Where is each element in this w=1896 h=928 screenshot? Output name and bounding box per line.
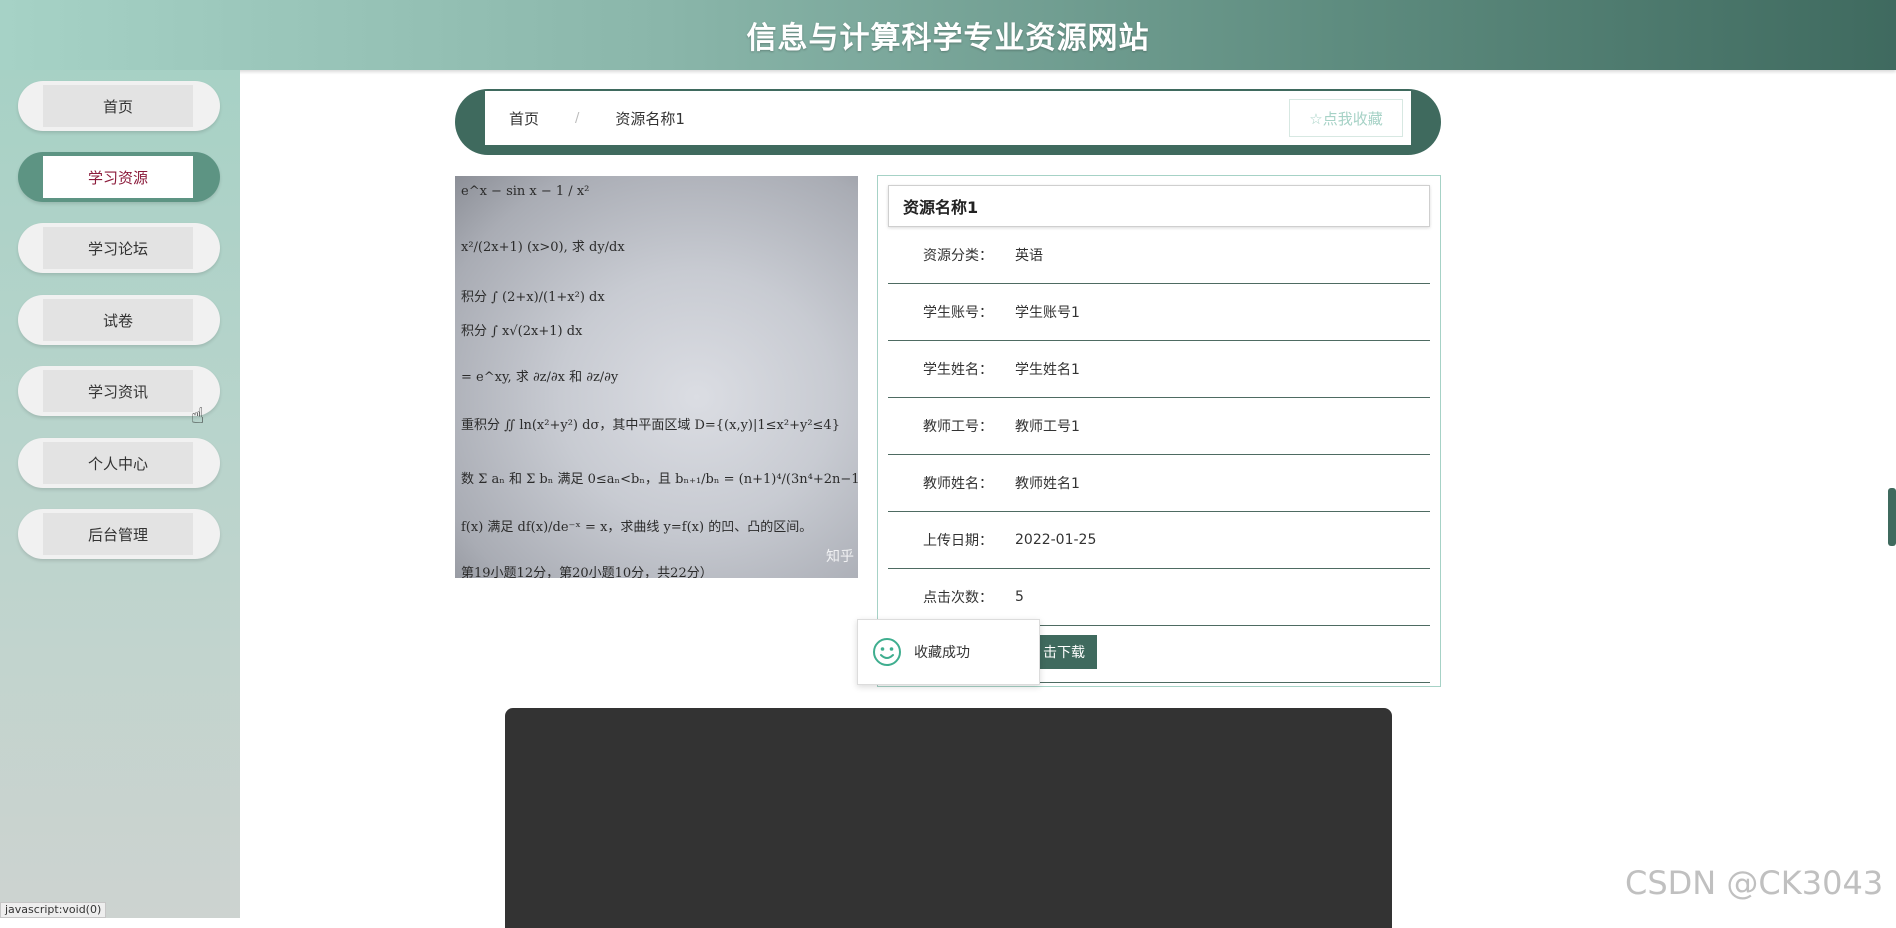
csdn-watermark: CSDN @CK3043 bbox=[1625, 864, 1884, 902]
hand-cursor-icon: ☝ bbox=[191, 404, 205, 429]
sidebar-item-label: 后台管理 bbox=[43, 513, 193, 555]
photo-text-line: = e^xy, 求 ∂z/∂x 和 ∂z/∂y bbox=[461, 370, 619, 385]
sidebar-item-label: 学习资源 bbox=[43, 156, 193, 198]
sidebar-item-news[interactable]: 学习资讯 bbox=[18, 366, 220, 416]
detail-value: 学生账号1 bbox=[1015, 305, 1080, 321]
photo-text-line: 重积分 ∬ ln(x²+y²) dσ，其中平面区域 D={(x,y)|1≤x²+… bbox=[461, 418, 840, 433]
site-title: 信息与计算科学专业资源网站 bbox=[746, 21, 1150, 56]
toast-notification: 收藏成功 bbox=[857, 619, 1040, 685]
sidebar-item-admin[interactable]: 后台管理 bbox=[18, 509, 220, 559]
detail-row-student-name: 学生姓名： 学生姓名1 bbox=[888, 341, 1430, 398]
detail-row-category: 资源分类： 英语 bbox=[888, 227, 1430, 284]
photo-text-line: 第19小题12分，第20小题10分，共22分） bbox=[461, 566, 713, 578]
resource-detail-panel: 资源名称1 资源分类： 英语 学生账号： 学生账号1 学生姓名： 学生姓名1 教… bbox=[877, 175, 1441, 687]
detail-label: 教师姓名： bbox=[923, 476, 993, 492]
breadcrumb-bar: 首页 / 资源名称1 ☆点我收藏 bbox=[455, 89, 1441, 155]
resource-title: 资源名称1 bbox=[888, 185, 1430, 227]
detail-label: 点击次数： bbox=[923, 590, 993, 606]
detail-label: 学生姓名： bbox=[923, 362, 993, 378]
breadcrumb-separator: / bbox=[575, 110, 580, 126]
sidebar-item-label: 学习资讯 bbox=[43, 370, 193, 412]
video-player[interactable] bbox=[505, 708, 1392, 928]
detail-row-teacher-name: 教师姓名： 教师姓名1 bbox=[888, 455, 1430, 512]
detail-value: 英语 bbox=[1015, 248, 1043, 264]
photo-text-line: 数 Σ aₙ 和 Σ bₙ 满足 0≤aₙ<bₙ，且 bₙ₊₁/bₙ = (n+… bbox=[461, 472, 858, 487]
detail-value: 学生姓名1 bbox=[1015, 362, 1080, 378]
detail-value: 教师姓名1 bbox=[1015, 476, 1080, 492]
site-header: 信息与计算科学专业资源网站 bbox=[0, 0, 1896, 70]
detail-label: 教师工号： bbox=[923, 419, 993, 435]
favorite-button[interactable]: ☆点我收藏 bbox=[1289, 99, 1403, 137]
detail-label: 学生账号： bbox=[923, 305, 993, 321]
sidebar-item-label: 学习论坛 bbox=[43, 227, 193, 269]
photo-text-line: x²/(2x+1) (x>0), 求 dy/dx bbox=[461, 240, 625, 255]
toast-message: 收藏成功 bbox=[914, 645, 970, 661]
detail-row-teacher-id: 教师工号： 教师工号1 bbox=[888, 398, 1430, 455]
sidebar-item-personal-center[interactable]: 个人中心 bbox=[18, 438, 220, 488]
photo-text-line: e^x − sin x − 1 / x² bbox=[461, 184, 590, 199]
sidebar-item-home[interactable]: 首页 bbox=[18, 81, 220, 131]
detail-label: 资源分类： bbox=[923, 248, 993, 264]
smile-icon bbox=[873, 638, 901, 666]
detail-label: 上传日期： bbox=[923, 533, 993, 549]
detail-value: 5 bbox=[1015, 589, 1024, 605]
detail-value: 2022-01-25 bbox=[1015, 532, 1097, 548]
sidebar-item-exam-papers[interactable]: 试卷 bbox=[18, 295, 220, 345]
sidebar: 首页 学习资源 学习论坛 试卷 学习资讯 个人中心 后台管理 bbox=[0, 70, 240, 918]
breadcrumb-current: 资源名称1 bbox=[615, 109, 685, 128]
photo-watermark: 知乎 bbox=[826, 549, 854, 565]
sidebar-item-learning-resources[interactable]: 学习资源 bbox=[18, 152, 220, 202]
detail-value: 教师工号1 bbox=[1015, 419, 1080, 435]
detail-row-upload-date: 上传日期： 2022-01-25 bbox=[888, 512, 1430, 569]
photo-text-line: f(x) 满足 df(x)/de⁻ˣ = x，求曲线 y=f(x) 的凹、凸的区… bbox=[461, 520, 813, 535]
breadcrumb-home-link[interactable]: 首页 bbox=[509, 108, 539, 129]
detail-row-student-account: 学生账号： 学生账号1 bbox=[888, 284, 1430, 341]
photo-text-line: 积分 ∫ (2+x)/(1+x²) dx bbox=[461, 290, 605, 305]
breadcrumb: 首页 / 资源名称1 ☆点我收藏 bbox=[485, 91, 1411, 145]
sidebar-item-forum[interactable]: 学习论坛 bbox=[18, 223, 220, 273]
sidebar-item-label: 首页 bbox=[43, 85, 193, 127]
photo-text-line: 积分 ∫ x√(2x+1) dx bbox=[461, 324, 583, 339]
scrollbar-thumb[interactable] bbox=[1888, 488, 1896, 546]
detail-row-click-count: 点击次数： 5 bbox=[888, 569, 1430, 626]
sidebar-item-label: 个人中心 bbox=[43, 442, 193, 484]
status-bar: javascript:void(0) bbox=[0, 902, 107, 918]
sidebar-item-label: 试卷 bbox=[43, 299, 193, 341]
resource-image: e^x − sin x − 1 / x² x²/(2x+1) (x>0), 求 … bbox=[455, 176, 858, 578]
